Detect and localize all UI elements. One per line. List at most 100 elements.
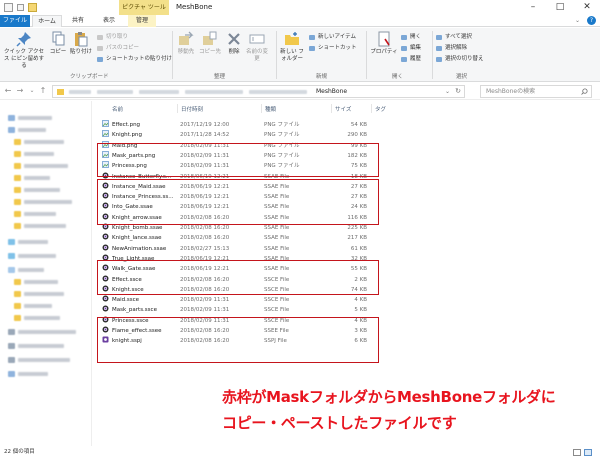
delete-button[interactable]: 削除 [226,31,242,56]
copy-path-button[interactable]: パスのコピー [97,44,139,53]
nav-item-redacted[interactable] [24,200,72,204]
tab-manage[interactable]: 管理 [128,15,156,27]
nav-item-redacted[interactable] [24,304,52,308]
new-item-button[interactable]: 新しいアイテム [309,33,356,42]
column-divider[interactable] [261,104,262,113]
file-name: NewAnimation.ssae [112,245,167,252]
spritestudio-file-icon [102,244,109,251]
file-date: 2018/02/27 15:13 [180,245,230,252]
nav-item-icon [8,239,15,245]
nav-item-redacted[interactable] [18,358,70,362]
search-placeholder: MeshBoneの検索 [486,88,536,95]
nav-item-redacted[interactable] [24,176,50,180]
pin-quick-access-button[interactable]: クイック アクセス にピン留めする [2,31,46,70]
nav-item-redacted[interactable] [18,128,46,132]
copy-to-icon [203,31,217,45]
nav-item-redacted[interactable] [18,330,76,334]
file-row[interactable]: Effect.png 2017/12/19 12:00 PNG ファイル 54 KB [99,120,379,130]
nav-item-redacted[interactable] [24,212,56,216]
minimize-button[interactable]: – [520,0,546,15]
column-header-tags[interactable]: タグ [375,105,386,113]
nav-item-redacted[interactable] [24,224,66,228]
file-row[interactable]: Mask_parts.ssce 2018/02/09 11:31 SSCE File… [99,305,379,315]
ribbon-separator [172,31,173,79]
rename-button[interactable]: 名前の変更 [246,31,268,63]
column-divider[interactable] [177,104,178,113]
move-to-icon [179,31,194,45]
tab-home[interactable]: ホーム [32,15,62,27]
ribbon: クイック アクセス にピン留めする コピー 貼り付け 切り取り パスのコピー シ… [0,28,600,82]
recent-chevron-icon[interactable]: ⌄ [27,85,37,97]
paste-shortcut-button[interactable]: ショートカットの貼り付け [97,55,172,64]
search-box[interactable]: MeshBoneの検索 [480,85,592,98]
current-folder-crumb[interactable]: MeshBone [316,86,347,97]
file-row[interactable]: Knight.png 2017/11/28 14:52 PNG ファイル 290 KB [99,130,379,140]
details-view-icon[interactable] [573,449,581,456]
spritestudio-file-icon [102,295,109,302]
organize-group-label: 整理 [214,74,226,80]
invert-selection-button[interactable]: 選択の切り替え [436,55,484,64]
column-header-name[interactable]: 名前 [112,105,123,113]
edit-button[interactable]: 編集 [401,44,421,53]
close-button[interactable]: ✕ [574,0,600,15]
nav-item-icon [14,279,21,285]
column-header-date[interactable]: 日付時刻 [181,105,203,113]
properties-button[interactable]: プロパティ [370,31,398,56]
address-dropdown-icon[interactable]: ⌄ [445,86,450,97]
refresh-icon[interactable]: ↻ [455,86,461,97]
pin-label: クイック アクセス にピン留めする [3,49,45,69]
paste-button[interactable]: 貼り付け [70,31,92,56]
quick-access-folder-icon[interactable] [28,3,37,12]
select-none-button[interactable]: 選択解除 [436,44,467,53]
nav-item-redacted[interactable] [18,344,64,348]
cut-button[interactable]: 切り取り [97,33,128,42]
forward-arrow-icon[interactable]: → [15,85,25,97]
maximize-button[interactable]: □ [547,0,573,15]
pin-icon [16,32,31,47]
nav-item-redacted[interactable] [24,280,58,284]
tab-file[interactable]: ファイル [0,15,30,27]
title-bar: ピクチャ ツール MeshBone – □ ✕ [0,0,600,15]
file-row[interactable]: NewAnimation.ssae 2018/02/27 15:13 SSAE Fi… [99,244,379,254]
easy-access-button[interactable]: ショートカット [309,44,357,53]
column-header-size[interactable]: サイズ [335,105,351,113]
move-to-button[interactable]: 移動先 [176,31,196,56]
redacted-path [249,90,307,94]
nav-item-redacted[interactable] [24,152,54,156]
tab-view[interactable]: 表示 [95,15,123,27]
status-bar: 22 個の項目 [0,446,600,459]
nav-item-redacted[interactable] [24,140,64,144]
nav-item-redacted[interactable] [24,316,60,320]
copy-button[interactable]: コピー [48,31,68,56]
tab-share[interactable]: 共有 [64,15,92,27]
help-icon[interactable]: ? [587,16,596,25]
nav-item-icon [14,223,21,229]
nav-item-redacted[interactable] [18,240,48,244]
up-arrow-icon[interactable]: ↑ [38,85,48,97]
nav-item-redacted[interactable] [24,164,68,168]
nav-item-redacted[interactable] [18,254,56,258]
file-row[interactable]: Maid.ssce 2018/02/09 11:31 SSCE File 4 KB [99,295,379,305]
quick-access-checkbox-icon[interactable] [17,4,24,11]
nav-item-icon [8,115,15,121]
nav-item-redacted[interactable] [24,292,64,296]
column-divider[interactable] [331,104,332,113]
paste-label: 貼り付け [70,49,93,55]
large-icons-view-icon[interactable] [584,449,592,456]
back-arrow-icon[interactable]: ← [3,85,13,97]
column-divider[interactable] [371,104,372,113]
ribbon-collapse-icon[interactable]: ⌄ [575,17,581,24]
new-folder-button[interactable]: 新しい フォルダー [279,31,305,63]
nav-item-redacted[interactable] [18,268,44,272]
nav-item-redacted[interactable] [18,372,48,376]
select-all-button[interactable]: すべて選択 [436,33,472,42]
history-button[interactable]: 履歴 [401,55,421,64]
column-header-type[interactable]: 種類 [265,105,276,113]
open-button[interactable]: 開く [401,33,421,42]
file-row[interactable]: Knight_lance.ssae 2018/02/08 16:20 SSAE Fi… [99,233,379,243]
copy-to-button[interactable]: コピー先 [199,31,221,56]
nav-item-redacted[interactable] [18,116,52,120]
rename-icon [249,34,265,44]
address-bar[interactable]: MeshBone ⌄ ↻ [52,85,465,98]
nav-item-redacted[interactable] [24,188,60,192]
